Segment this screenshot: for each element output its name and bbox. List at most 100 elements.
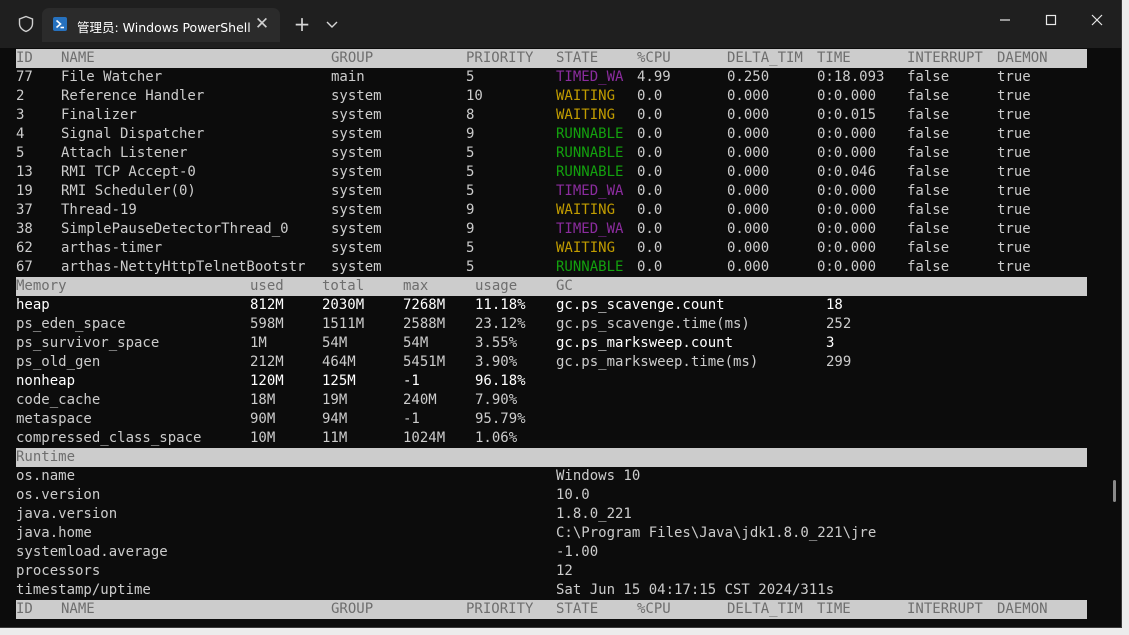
runtime-key: processors	[16, 563, 101, 579]
memory-total: 464M	[322, 354, 356, 370]
window-close-icon[interactable]	[1074, 6, 1120, 36]
thread-daemon: true	[997, 183, 1031, 199]
plus-icon[interactable]: +	[288, 10, 316, 38]
column-header: GC	[556, 278, 573, 294]
thread-row: 2 Reference Handler system 10 WAITING 0.0 0.00…	[16, 87, 1087, 106]
memory-table: heap 812M 2030M 7268M 11.18% gc.ps_scavenge.c…	[16, 296, 1087, 448]
thread-state: RUNNABLE	[556, 164, 624, 180]
runtime-row: os.name Windows 10	[16, 467, 1087, 486]
thread-state: TIMED_WA	[556, 183, 624, 199]
thread-time: 0:0.000	[817, 88, 877, 104]
thread-group: system	[331, 202, 382, 218]
thread-delta-time: 0.250	[727, 69, 770, 85]
thread-group: main	[331, 69, 365, 85]
memory-max: -1	[403, 373, 420, 389]
thread-id: 5	[16, 145, 25, 161]
scrollbar-thumb[interactable]	[1113, 480, 1116, 502]
thread-id: 19	[16, 183, 33, 199]
memory-row: heap 812M 2030M 7268M 11.18% gc.ps_scavenge.c…	[16, 296, 1087, 315]
thread-delta-time: 0.000	[727, 88, 770, 104]
thread-cpu: 0.0	[637, 88, 663, 104]
thread-priority: 10	[466, 88, 483, 104]
memory-usage: 96.18%	[475, 373, 526, 389]
runtime-key: systemload.average	[16, 544, 168, 560]
column-header: PRIORITY	[466, 50, 534, 66]
thread-group: system	[331, 240, 382, 256]
memory-usage: 11.18%	[475, 297, 526, 313]
thread-cpu: 0.0	[637, 126, 663, 142]
thread-id: 2	[16, 88, 25, 104]
column-header: ID	[16, 601, 33, 617]
thread-daemon: true	[997, 69, 1031, 85]
thread-state: WAITING	[556, 202, 616, 218]
column-header: usage	[475, 278, 518, 294]
thread-interrupt: false	[907, 69, 950, 85]
thread-cpu: 0.0	[637, 240, 663, 256]
thread-id: 4	[16, 126, 25, 142]
memory-row: ps_eden_space 598M 1511M 2588M 23.12% gc.ps_s…	[16, 315, 1087, 334]
memory-name: ps_eden_space	[16, 316, 126, 332]
memory-max: 7268M	[403, 297, 446, 313]
thread-time: 0:0.000	[817, 202, 877, 218]
terminal-output[interactable]: ID NAME GROUP PRIORITY STATE %CPU DELTA_…	[16, 49, 1087, 619]
memory-max: 240M	[403, 392, 437, 408]
thread-cpu: 0.0	[637, 221, 663, 237]
column-header: DELTA_TIM	[727, 601, 803, 617]
thread-row: 5 Attach Listener system 5 RUNNABLE 0.0 0.000 0…	[16, 144, 1087, 163]
thread-id: 3	[16, 107, 25, 123]
thread-time: 0:0.000	[817, 240, 877, 256]
chevron-down-icon[interactable]	[318, 10, 346, 38]
memory-usage: 1.06%	[475, 430, 518, 446]
memory-usage: 95.79%	[475, 411, 526, 427]
close-icon[interactable]: ✕	[250, 12, 274, 36]
memory-usage: 23.12%	[475, 316, 526, 332]
column-header: INTERRUPT	[907, 50, 983, 66]
memory-total: 54M	[322, 335, 348, 351]
thread-time: 0:0.046	[817, 164, 877, 180]
thread-name: Attach Listener	[61, 145, 188, 161]
column-header: PRIORITY	[466, 601, 534, 617]
memory-row: ps_survivor_space 1M 54M 54M 3.55% gc.ps_mark…	[16, 334, 1087, 353]
thread-name: Finalizer	[61, 107, 137, 123]
thread-daemon: true	[997, 240, 1031, 256]
thread-state: WAITING	[556, 240, 616, 256]
memory-max: -1	[403, 411, 420, 427]
memory-name: ps_survivor_space	[16, 335, 160, 351]
memory-name: code_cache	[16, 392, 101, 408]
thread-interrupt: false	[907, 221, 950, 237]
runtime-key: os.version	[16, 487, 101, 503]
thread-delta-time: 0.000	[727, 240, 770, 256]
runtime-value: -1.00	[556, 544, 599, 560]
runtime-header-row: Runtime	[16, 448, 1087, 467]
memory-used: 598M	[250, 316, 284, 332]
thread-group: system	[331, 107, 382, 123]
thread-cpu: 0.0	[637, 259, 663, 275]
thread-priority: 8	[466, 107, 475, 123]
runtime-value: Sat Jun 15 04:17:15 CST 2024/311s	[556, 582, 835, 598]
thread-row: 77 File Watcher main 5 TIMED_WA 4.99 0.250 0:18…	[16, 68, 1087, 87]
thread-group: system	[331, 259, 382, 275]
thread-name: Thread-19	[61, 202, 137, 218]
memory-total: 1511M	[322, 316, 365, 332]
thread-priority: 5	[466, 145, 475, 161]
memory-name: heap	[16, 297, 50, 313]
memory-max: 5451M	[403, 354, 446, 370]
thread-state: TIMED_WA	[556, 221, 624, 237]
runtime-row: timestamp/uptime Sat Jun 15 04:17:15 CST …	[16, 581, 1087, 600]
thread-state: WAITING	[556, 107, 616, 123]
thread-priority: 9	[466, 202, 475, 218]
thread-cpu: 0.0	[637, 183, 663, 199]
thread-id: 67	[16, 259, 33, 275]
gc-metric-name: gc.ps_scavenge.count	[556, 297, 725, 313]
minimize-icon[interactable]	[982, 6, 1028, 36]
title-bar: 管理员: Windows PowerShell ✕ +	[0, 0, 1121, 48]
column-header: INTERRUPT	[907, 601, 983, 617]
maximize-icon[interactable]	[1028, 6, 1074, 36]
powershell-icon	[53, 17, 67, 31]
thread-time: 0:18.093	[817, 69, 885, 85]
tab-powershell[interactable]: 管理员: Windows PowerShell ✕	[42, 8, 280, 42]
column-header: NAME	[61, 50, 95, 66]
thread-time: 0:0.000	[817, 145, 877, 161]
memory-used: 1M	[250, 335, 267, 351]
runtime-value: 12	[556, 563, 573, 579]
